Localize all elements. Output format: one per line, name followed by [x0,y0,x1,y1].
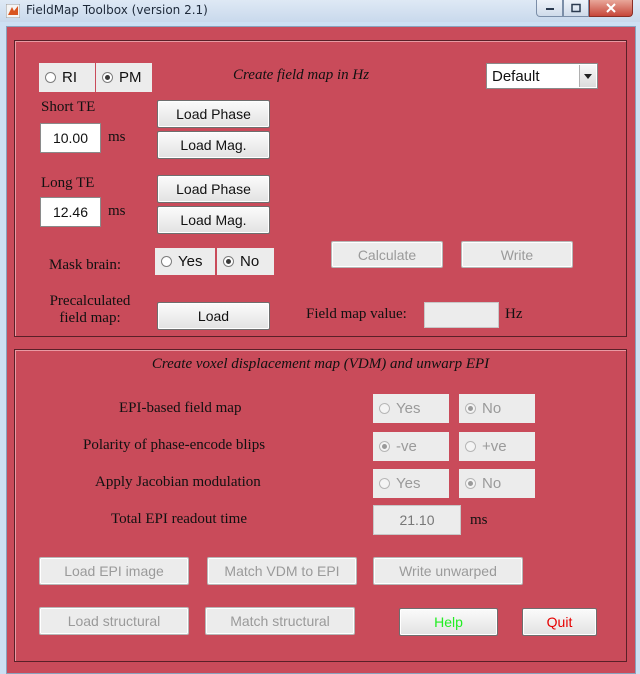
polarity-neg-label: -ve [396,438,417,455]
mask-brain-no-dot [223,256,234,267]
mask-brain-no-radio[interactable]: No [217,248,274,275]
vdm-panel: Create voxel displacement map (VDM) and … [14,349,627,662]
radio-ri-label: RI [62,69,77,86]
polarity-neg-radio[interactable]: -ve [373,432,449,461]
load-epi-button[interactable]: Load EPI image [39,557,189,585]
maximize-button[interactable] [563,0,589,17]
jacobian-yes-radio[interactable]: Yes [373,469,449,498]
radio-pm[interactable]: PM [96,63,152,92]
mask-brain-no-label: No [240,253,260,270]
mask-brain-yes-dot [161,256,172,267]
quit-button[interactable]: Quit [522,608,597,636]
polarity-label: Polarity of phase-encode blips [83,437,266,453]
jacobian-yes-dot [379,478,390,489]
readout-unit: ms [470,512,488,528]
polarity-pos-label: +ve [482,438,507,455]
epi-based-yes-radio[interactable]: Yes [373,394,449,423]
short-te-load-phase-button[interactable]: Load Phase [157,100,270,128]
mask-brain-yes-label: Yes [178,253,203,270]
radio-pm-dot [102,72,113,83]
epi-based-yes-dot [379,403,390,414]
short-te-load-mag-button[interactable]: Load Mag. [157,131,270,159]
radio-ri-dot [45,72,56,83]
epi-based-no-label: No [482,400,502,417]
write-unwarped-button[interactable]: Write unwarped [373,557,523,585]
epi-based-label: EPI-based field map [119,400,242,416]
title-bar[interactable]: FieldMap Toolbox (version 2.1) [0,0,640,23]
calculate-button[interactable]: Calculate [331,241,443,268]
write-button[interactable]: Write [461,241,573,268]
minimize-button[interactable] [536,0,563,17]
window-title: FieldMap Toolbox (version 2.1) [26,3,208,17]
precalculated-label-line1: Precalculated [49,293,131,309]
long-te-load-phase-button[interactable]: Load Phase [157,175,270,203]
field-map-value-input[interactable] [424,302,499,328]
epi-based-yes-label: Yes [396,400,421,417]
load-structural-button[interactable]: Load structural [39,607,189,635]
matlab-icon [6,4,20,18]
readout-input[interactable]: 21.10 [373,505,461,535]
long-te-input[interactable]: 12.46 [40,197,101,227]
polarity-pos-dot [465,441,476,452]
window-frame: RI PM Create field map in Hz Default Sho… [0,22,640,674]
close-icon [606,3,616,13]
preset-value: Default [492,67,540,85]
polarity-pos-radio[interactable]: +ve [459,432,535,461]
vdm-heading: Create voxel displacement map (VDM) and … [151,356,490,372]
jacobian-label: Apply Jacobian modulation [95,474,261,490]
jacobian-no-radio[interactable]: No [459,469,535,498]
polarity-neg-dot [379,441,390,452]
readout-label: Total EPI readout time [111,511,247,527]
chevron-down-icon[interactable] [579,65,596,87]
long-te-load-mag-button[interactable]: Load Mag. [157,206,270,234]
match-vdm-button[interactable]: Match VDM to EPI [207,557,357,585]
long-te-unit: ms [108,203,126,219]
close-button[interactable] [589,0,633,17]
jacobian-yes-label: Yes [396,475,421,492]
jacobian-no-dot [465,478,476,489]
field-map-value-unit: Hz [505,306,523,322]
preset-select[interactable]: Default [486,63,598,89]
epi-based-no-dot [465,403,476,414]
maximize-icon [571,3,581,13]
precalculated-label: Precalculated field map: [39,293,141,327]
short-te-unit: ms [108,129,126,145]
precalculated-load-button[interactable]: Load [157,302,270,330]
fieldmap-heading: Create field map in Hz [233,67,370,83]
mask-brain-label: Mask brain: [49,257,122,273]
precalculated-label-line2: field map: [59,310,121,326]
epi-based-no-radio[interactable]: No [459,394,535,423]
radio-ri[interactable]: RI [39,63,95,92]
figure-area: RI PM Create field map in Hz Default Sho… [6,26,636,674]
help-button[interactable]: Help [399,608,498,636]
short-te-label: Short TE [41,99,96,115]
jacobian-no-label: No [482,475,502,492]
mask-brain-yes-radio[interactable]: Yes [155,248,215,275]
fieldmap-panel: RI PM Create field map in Hz Default Sho… [14,40,627,337]
minimize-icon [545,8,554,10]
match-structural-button[interactable]: Match structural [205,607,355,635]
radio-pm-label: PM [119,69,142,86]
field-map-value-label: Field map value: [306,306,407,322]
short-te-input[interactable]: 10.00 [40,123,101,153]
long-te-label: Long TE [41,175,95,191]
